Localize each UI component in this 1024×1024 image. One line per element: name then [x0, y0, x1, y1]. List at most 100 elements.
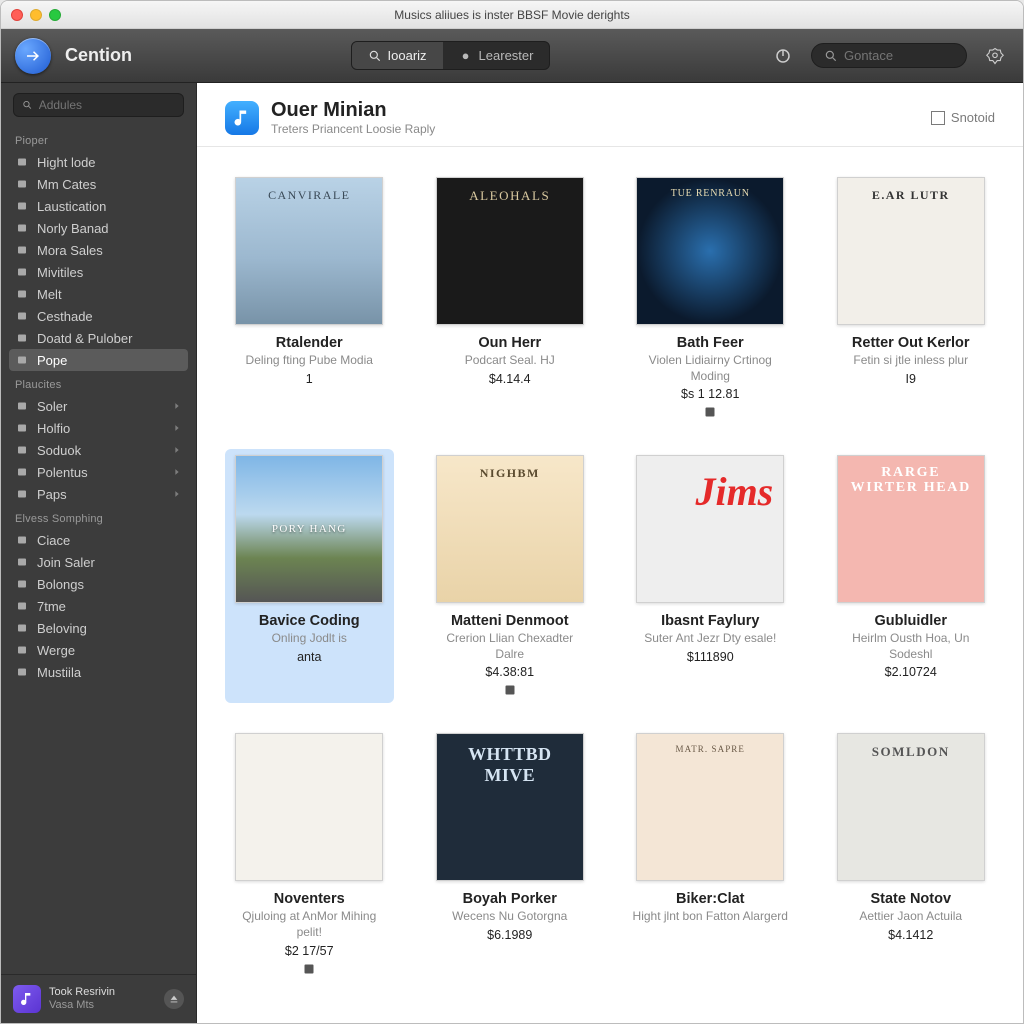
content-header: Ouer Minian Treters Priancent Loosie Rap… [197, 83, 1023, 147]
sidebar-item-label: Holfio [37, 421, 70, 436]
segment-left-label: Iooariz [388, 48, 427, 63]
sidebar-item[interactable]: Hight lode [1, 151, 196, 173]
album-title: Oun Herr [478, 335, 541, 351]
album-card[interactable]: SOMLDONState NotovAettier Jaon Actuila$4… [827, 727, 996, 981]
album-cover: SOMLDON [837, 733, 985, 881]
album-title: Matteni Denmoot [451, 613, 569, 629]
music-note-icon [19, 991, 35, 1007]
album-subtitle: Crerion Llian Chexadter Dalre [432, 631, 589, 662]
eject-button[interactable] [164, 989, 184, 1009]
segment-right-label: Learester [479, 48, 534, 63]
album-title: Biker:Clat [676, 891, 745, 907]
album-price: $6.1989 [487, 928, 532, 942]
sidebar-item[interactable]: Polentus [1, 461, 196, 483]
footer-line2: Vasa Mts [49, 999, 115, 1012]
album-price: $4.1412 [888, 928, 933, 942]
segment-left[interactable]: Iooariz [352, 42, 443, 69]
album-subtitle: Fetin si jtle inless plur [853, 353, 968, 369]
sidebar-item-label: Join Saler [37, 555, 95, 570]
list-icon [15, 287, 29, 301]
avatar[interactable] [13, 985, 41, 1013]
sidebar-item[interactable]: Melt [1, 283, 196, 305]
album-title: Bavice Coding [259, 613, 360, 629]
sidebar-search[interactable] [13, 93, 184, 117]
list-icon [15, 533, 29, 547]
header-action-label: Snotoid [951, 110, 995, 125]
list-icon [15, 353, 29, 367]
zoom-window-button[interactable] [49, 9, 61, 21]
album-card[interactable]: MATR. SAPREBiker:ClatHight jlnt bon Fatt… [626, 727, 795, 981]
power-button[interactable] [769, 42, 797, 70]
segment-right[interactable]: ● Learester [443, 42, 550, 69]
sidebar-search-input[interactable] [39, 98, 175, 112]
main-area: PioperHight lodeMm CatesLausticationNorl… [1, 83, 1023, 1023]
sidebar-item[interactable]: Norly Banad [1, 217, 196, 239]
close-window-button[interactable] [11, 9, 23, 21]
album-card[interactable]: JimsIbasnt FaylurySuter Ant Jezr Dty esa… [626, 449, 795, 703]
album-grid: CANVIRALERtalenderDeling fting Pube Modi… [197, 147, 1023, 1006]
toolbar-search-input[interactable] [844, 48, 954, 63]
album-subtitle: Hight jlnt bon Fatton Alargerd [633, 909, 788, 925]
list-icon [15, 243, 29, 257]
header-action[interactable]: Snotoid [931, 110, 995, 125]
view-segmented-control[interactable]: Iooariz ● Learester [351, 41, 551, 70]
list-icon [15, 421, 29, 435]
album-card[interactable]: E.AR LUTRRetter Out KerlorFetin si jtle … [827, 171, 996, 425]
sidebar-item[interactable]: Mivitiles [1, 261, 196, 283]
sidebar-item-label: Ciace [37, 533, 70, 548]
sidebar-item[interactable]: Ciace [1, 529, 196, 551]
sidebar-item-label: Doatd & Pulober [37, 331, 132, 346]
sidebar-item-label: Mm Cates [37, 177, 96, 192]
list-icon [15, 443, 29, 457]
album-card[interactable]: WHTTBD MIVEBoyah PorkerWecens Nu Gotorgn… [426, 727, 595, 981]
album-cover: WHTTBD MIVE [436, 733, 584, 881]
album-cover: ALEOHALS [436, 177, 584, 325]
sidebar-item[interactable]: Doatd & Pulober [1, 327, 196, 349]
album-card[interactable]: RARGE WIRTER HEADGubluidlerHeirlm Ousth … [827, 449, 996, 703]
album-price: $2.10724 [885, 665, 937, 679]
app-window: Musics aliiues is inster BBSF Movie deri… [0, 0, 1024, 1024]
album-title: Noventers [274, 891, 345, 907]
toolbar-search[interactable] [811, 43, 967, 68]
search-icon [22, 99, 33, 111]
sidebar-item[interactable]: Beloving [1, 617, 196, 639]
sidebar-item[interactable]: Paps [1, 483, 196, 505]
sidebar-footer: Took Resrivin Vasa Mts [1, 974, 196, 1023]
album-cover: Jims [636, 455, 784, 603]
sidebar-item[interactable]: Mm Cates [1, 173, 196, 195]
sidebar-item-label: Hight lode [37, 155, 96, 170]
toolbar: Cention Iooariz ● Learester [1, 29, 1023, 83]
sidebar-item[interactable]: Laustication [1, 195, 196, 217]
sidebar-item[interactable]: Soduok [1, 439, 196, 461]
album-card[interactable]: CANVIRALERtalenderDeling fting Pube Modi… [225, 171, 394, 425]
sidebar-item-label: Beloving [37, 621, 87, 636]
sidebar-item[interactable]: 7tme [1, 595, 196, 617]
album-title: Bath Feer [677, 335, 744, 351]
album-card[interactable]: ALEOHALSOun HerrPodcart Seal. HJ$4.14.4 [426, 171, 595, 425]
sidebar-item[interactable]: Werge [1, 639, 196, 661]
album-card[interactable]: NoventersQjuloing at AnMor Mihing pelit!… [225, 727, 394, 981]
sidebar-item[interactable]: Join Saler [1, 551, 196, 573]
album-card[interactable]: NIGHBMMatteni DenmootCrerion Llian Chexa… [426, 449, 595, 703]
album-card[interactable]: TUE RENRAUNBath FeerViolen Lidiairny Crt… [626, 171, 795, 425]
album-cover: TUE RENRAUN [636, 177, 784, 325]
magnifier-icon [368, 49, 382, 63]
sidebar-item[interactable]: Mustiila [1, 661, 196, 683]
list-icon [15, 665, 29, 679]
settings-button[interactable] [981, 42, 1009, 70]
sidebar-item[interactable]: Cesthade [1, 305, 196, 327]
album-title: Rtalender [276, 335, 343, 351]
sidebar-item[interactable]: Soler [1, 395, 196, 417]
list-icon [15, 331, 29, 345]
album-card[interactable]: PORY HANGBavice CodingOnling Jodlt isant… [225, 449, 394, 703]
sidebar-item[interactable]: Pope [9, 349, 188, 371]
sidebar-item[interactable]: Bolongs [1, 573, 196, 595]
sidebar-item[interactable]: Mora Sales [1, 239, 196, 261]
album-title: Retter Out Kerlor [852, 335, 970, 351]
minimize-window-button[interactable] [30, 9, 42, 21]
list-icon [15, 265, 29, 279]
section-app-icon [225, 101, 259, 135]
sidebar-item[interactable]: Holfio [1, 417, 196, 439]
list-icon [15, 309, 29, 323]
back-button[interactable] [15, 38, 51, 74]
